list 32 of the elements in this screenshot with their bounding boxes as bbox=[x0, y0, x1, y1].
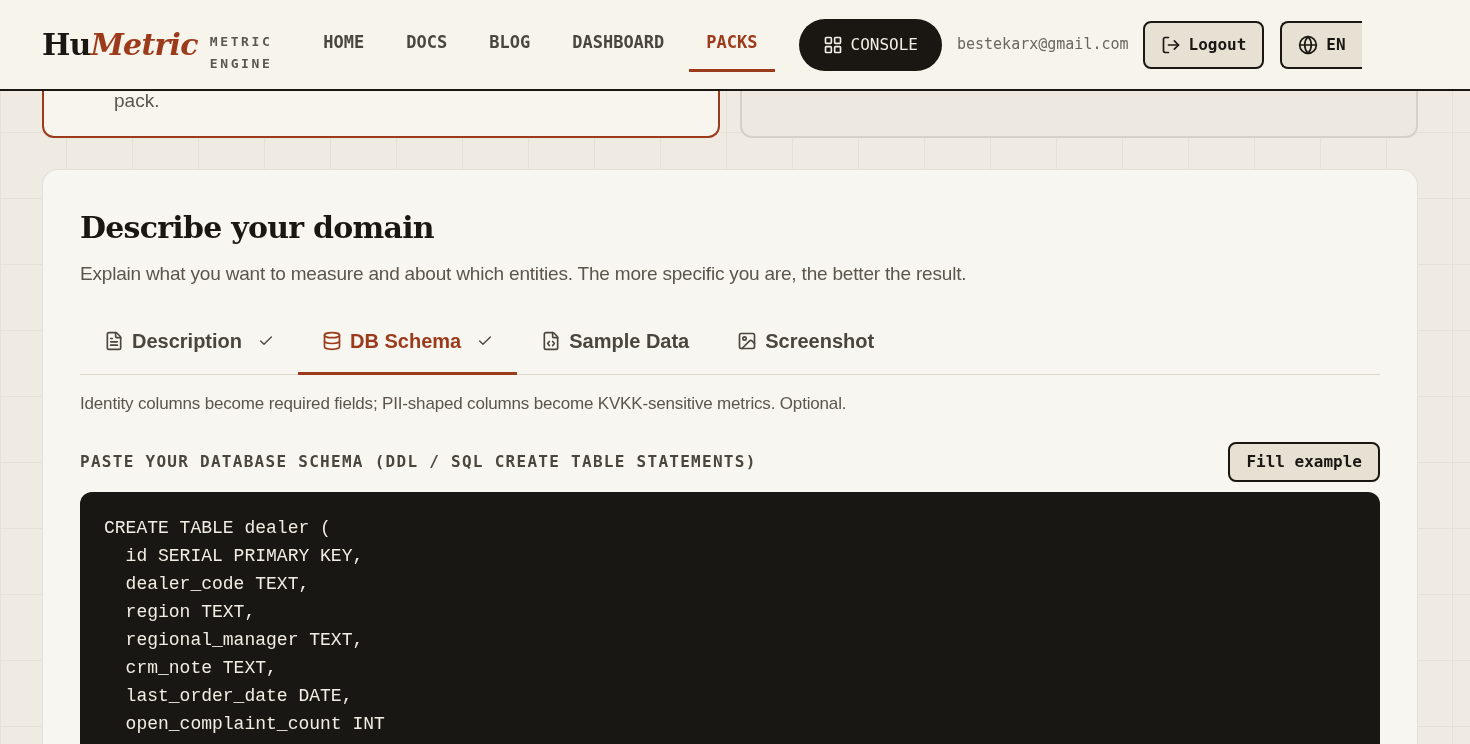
logo-tagline: METRIC bbox=[209, 32, 273, 51]
database-icon bbox=[322, 331, 343, 351]
section-title: Describe your domain bbox=[80, 210, 435, 246]
nav-link[interactable]: DASHBOARD bbox=[555, 0, 682, 72]
grid-icon bbox=[822, 34, 843, 55]
tab[interactable]: Screenshot bbox=[713, 310, 899, 375]
logout-icon bbox=[1160, 34, 1181, 55]
document-icon bbox=[104, 331, 124, 351]
section-subtitle: Explain what you want to measure and about which entities. The more specific you are, the better the result. bbox=[80, 262, 968, 286]
globe-icon bbox=[1298, 34, 1319, 55]
logout-button[interactable]: Logout bbox=[1142, 20, 1265, 69]
console-button[interactable]: CONSOLE bbox=[798, 18, 942, 71]
code-file-icon bbox=[541, 331, 562, 351]
schema-input[interactable]: CREATE TABLE dealer ( id SERIAL PRIMARY KEY, dealer_code TEXT, region TEXT, regional_manager TEXT, crm_note TEXT, last_order_date DATE, open_complaint_count INT bbox=[80, 492, 1380, 744]
nav-link[interactable]: HOME bbox=[306, 0, 382, 72]
pack-card[interactable]: pack. bbox=[42, 91, 720, 138]
nav-link[interactable]: PACKS bbox=[689, 0, 775, 72]
tab[interactable]: DB Schema bbox=[298, 310, 518, 375]
card-text: pack. bbox=[113, 91, 161, 111]
pack-card[interactable] bbox=[740, 91, 1418, 138]
logo-tagline: ENGINE bbox=[209, 54, 273, 73]
logo[interactable]: HuMetric bbox=[42, 29, 198, 60]
language-button[interactable]: EN bbox=[1280, 20, 1362, 69]
field-label: PASTE YOUR DATABASE SCHEMA (DDL / SQL CREATE TABLE STATEMENTS) bbox=[80, 451, 757, 473]
tab[interactable]: Description bbox=[80, 310, 299, 375]
nav-link[interactable]: DOCS bbox=[389, 0, 465, 72]
tab-hint: Identity columns become required fields; PII-shaped columns become KVKK-sensitive metrics. Optional. bbox=[80, 392, 848, 415]
tab[interactable]: Sample Data bbox=[517, 310, 714, 375]
image-icon bbox=[737, 331, 758, 351]
nav-link[interactable]: BLOG bbox=[472, 0, 548, 72]
user-email: bestekarx@gmail.com bbox=[956, 34, 1129, 56]
fill-example-button[interactable]: Fill example bbox=[1228, 442, 1380, 482]
